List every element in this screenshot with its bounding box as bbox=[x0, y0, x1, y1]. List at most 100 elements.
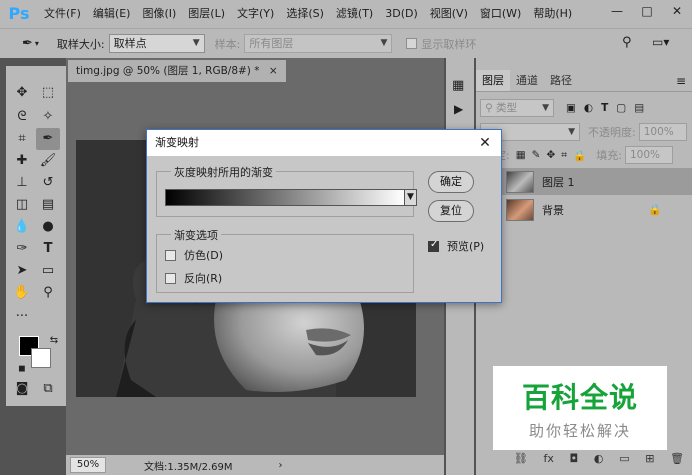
dodge-tool-icon[interactable]: ● bbox=[36, 216, 60, 238]
opacity-value: 100% bbox=[643, 126, 674, 138]
reset-button[interactable]: 复位 bbox=[428, 200, 474, 222]
filter-shape-icon[interactable]: ▢ bbox=[616, 102, 626, 114]
move-tool-icon[interactable]: ✥ bbox=[10, 82, 34, 104]
gradient-options-group: 渐变选项 仿色(D) 反向(R) bbox=[156, 227, 414, 293]
close-window-button[interactable]: ✕ bbox=[662, 0, 692, 22]
sample-label: 样本: bbox=[214, 37, 241, 51]
preview-label: 预览(P) bbox=[447, 240, 485, 253]
layer-row-background[interactable]: ◉ 背景 🔒 bbox=[476, 196, 692, 223]
menu-view[interactable]: 视图(V) bbox=[424, 0, 474, 28]
lasso-tool-icon[interactable]: ᘓ bbox=[10, 106, 34, 128]
show-ring-checkbox[interactable] bbox=[406, 38, 418, 49]
default-colors-icon[interactable]: ◼ bbox=[10, 358, 34, 380]
workspace-icon[interactable]: ▭▾ bbox=[652, 35, 669, 49]
sample-size-select[interactable]: 取样点 ▼ bbox=[108, 34, 205, 53]
close-tab-icon[interactable]: × bbox=[269, 65, 278, 77]
menu-help[interactable]: 帮助(H) bbox=[527, 0, 578, 28]
menu-3d[interactable]: 3D(D) bbox=[379, 0, 424, 28]
magic-wand-tool-icon[interactable]: ✧ bbox=[36, 106, 60, 128]
search-icon[interactable]: ⚲ bbox=[622, 35, 632, 50]
menu-image[interactable]: 图像(I) bbox=[136, 0, 182, 28]
zoom-input[interactable]: 50% bbox=[70, 457, 106, 473]
more-tools-icon[interactable]: ··· bbox=[10, 306, 34, 328]
tab-paths[interactable]: 路径 bbox=[544, 70, 578, 91]
menu-select[interactable]: 选择(S) bbox=[280, 0, 330, 28]
maximize-button[interactable]: □ bbox=[632, 0, 662, 22]
dither-checkbox[interactable] bbox=[165, 249, 176, 261]
menu-window[interactable]: 窗口(W) bbox=[474, 0, 527, 28]
layer-actions-bar: ⛓ fx ◘ ◐ ▭ ⊞ 🗑 bbox=[506, 452, 692, 472]
fill-input[interactable]: 100% bbox=[624, 146, 673, 164]
preview-checkbox[interactable] bbox=[428, 239, 439, 252]
actions-play-icon[interactable]: ▶ bbox=[454, 102, 463, 116]
history-panel-icon[interactable]: ▦ bbox=[452, 78, 464, 93]
fill-label: 填充: bbox=[596, 149, 622, 162]
eraser-tool-icon[interactable]: ◫ bbox=[10, 194, 34, 216]
path-selection-tool-icon[interactable]: ➤ bbox=[10, 260, 34, 282]
swap-colors-icon[interactable]: ⇆ bbox=[42, 330, 66, 352]
adjustment-layer-icon[interactable]: ◐ bbox=[594, 452, 604, 472]
menu-edit[interactable]: 编辑(E) bbox=[87, 0, 137, 28]
history-brush-tool-icon[interactable]: ↺ bbox=[36, 172, 60, 194]
lock-position-icon[interactable]: ✥ bbox=[546, 149, 555, 161]
dither-option[interactable]: 仿色(D) bbox=[165, 247, 223, 263]
gradient-picker-chevron-icon[interactable]: ▼ bbox=[405, 189, 417, 206]
lock-artboard-icon[interactable]: ⌗ bbox=[561, 149, 567, 162]
layer-row-layer1[interactable]: ◉ 图层 1 bbox=[476, 168, 692, 195]
preview-option[interactable]: 预览(P) bbox=[428, 238, 484, 254]
delete-layer-icon[interactable]: 🗑 bbox=[670, 452, 684, 472]
filter-adjustment-icon[interactable]: ◐ bbox=[584, 102, 593, 114]
healing-brush-tool-icon[interactable]: ✚ bbox=[10, 150, 34, 172]
screen-mode-icon[interactable]: ⧉ bbox=[36, 378, 60, 400]
filter-kind-select[interactable]: ⚲ 类型 ▼ bbox=[480, 99, 554, 117]
crop-tool-icon[interactable]: ⌗ bbox=[10, 128, 34, 150]
lock-pixels-icon[interactable]: ✎ bbox=[532, 149, 541, 161]
eyedropper-preset-icon[interactable]: ✒ bbox=[22, 36, 33, 51]
lock-transparent-icon[interactable]: ▦ bbox=[516, 149, 526, 161]
blend-opacity-row: ▼ 不透明度: 100% bbox=[480, 122, 687, 142]
document-tab[interactable]: timg.jpg @ 50% (图层 1, RGB/8#) * × bbox=[68, 60, 286, 82]
menu-file[interactable]: 文件(F) bbox=[38, 0, 87, 28]
dialog-close-button[interactable]: ✕ bbox=[475, 130, 495, 156]
link-layers-icon[interactable]: ⛓ bbox=[514, 452, 528, 472]
gradient-preview-bar[interactable] bbox=[165, 189, 405, 206]
add-mask-icon[interactable]: ◘ bbox=[570, 452, 579, 472]
status-menu-arrow[interactable]: › bbox=[279, 460, 283, 471]
type-tool-icon[interactable]: T bbox=[36, 238, 60, 260]
menu-layer[interactable]: 图层(L) bbox=[182, 0, 231, 28]
menu-filter[interactable]: 滤镜(T) bbox=[330, 0, 379, 28]
menu-type[interactable]: 文字(Y) bbox=[231, 0, 280, 28]
minimize-button[interactable]: — bbox=[602, 0, 632, 22]
reverse-checkbox[interactable] bbox=[165, 272, 176, 284]
shape-tool-icon[interactable]: ▭ bbox=[36, 260, 60, 282]
preset-caret-icon[interactable]: ▾ bbox=[35, 39, 39, 48]
lock-all-icon[interactable]: 🔒 bbox=[573, 149, 586, 162]
stamp-tool-icon[interactable]: ⊥ bbox=[10, 172, 34, 194]
filter-pixel-icon[interactable]: ▣ bbox=[566, 102, 576, 114]
group-folder-icon[interactable]: ▭ bbox=[619, 452, 629, 472]
opacity-input[interactable]: 100% bbox=[638, 123, 687, 141]
hand-tool-icon[interactable]: ✋ bbox=[10, 282, 34, 304]
blur-tool-icon[interactable]: 💧 bbox=[10, 216, 34, 238]
quick-mask-icon[interactable]: ◙ bbox=[10, 378, 34, 400]
fx-icon[interactable]: fx bbox=[543, 452, 553, 472]
marquee-tool-icon[interactable]: ⬚ bbox=[36, 82, 60, 104]
chevron-down-icon: ▼ bbox=[380, 38, 388, 48]
gradient-tool-icon[interactable]: ▤ bbox=[36, 194, 60, 216]
new-layer-icon[interactable]: ⊞ bbox=[645, 452, 654, 472]
pen-tool-icon[interactable]: ✑ bbox=[10, 238, 34, 260]
zoom-tool-icon[interactable]: ⚲ bbox=[36, 282, 60, 304]
tab-channels[interactable]: 通道 bbox=[510, 70, 544, 91]
dialog-title-bar[interactable]: 渐变映射 bbox=[147, 130, 501, 156]
reverse-option[interactable]: 反向(R) bbox=[165, 270, 222, 286]
document-info: 文档:1.35M/2.69M bbox=[144, 461, 233, 473]
brush-tool-icon[interactable]: 🖌 bbox=[36, 150, 60, 172]
sample-select[interactable]: 所有图层 ▼ bbox=[244, 34, 393, 53]
panel-menu-icon[interactable]: ≡ bbox=[676, 70, 686, 91]
ok-button[interactable]: 确定 bbox=[428, 171, 474, 193]
tab-layers[interactable]: 图层 bbox=[476, 70, 510, 91]
filter-type-icon[interactable]: T bbox=[601, 102, 608, 114]
filter-smart-icon[interactable]: ▤ bbox=[634, 102, 644, 114]
sample-size-value: 取样点 bbox=[113, 37, 147, 50]
eyedropper-tool-icon[interactable]: ✒ bbox=[36, 128, 60, 150]
